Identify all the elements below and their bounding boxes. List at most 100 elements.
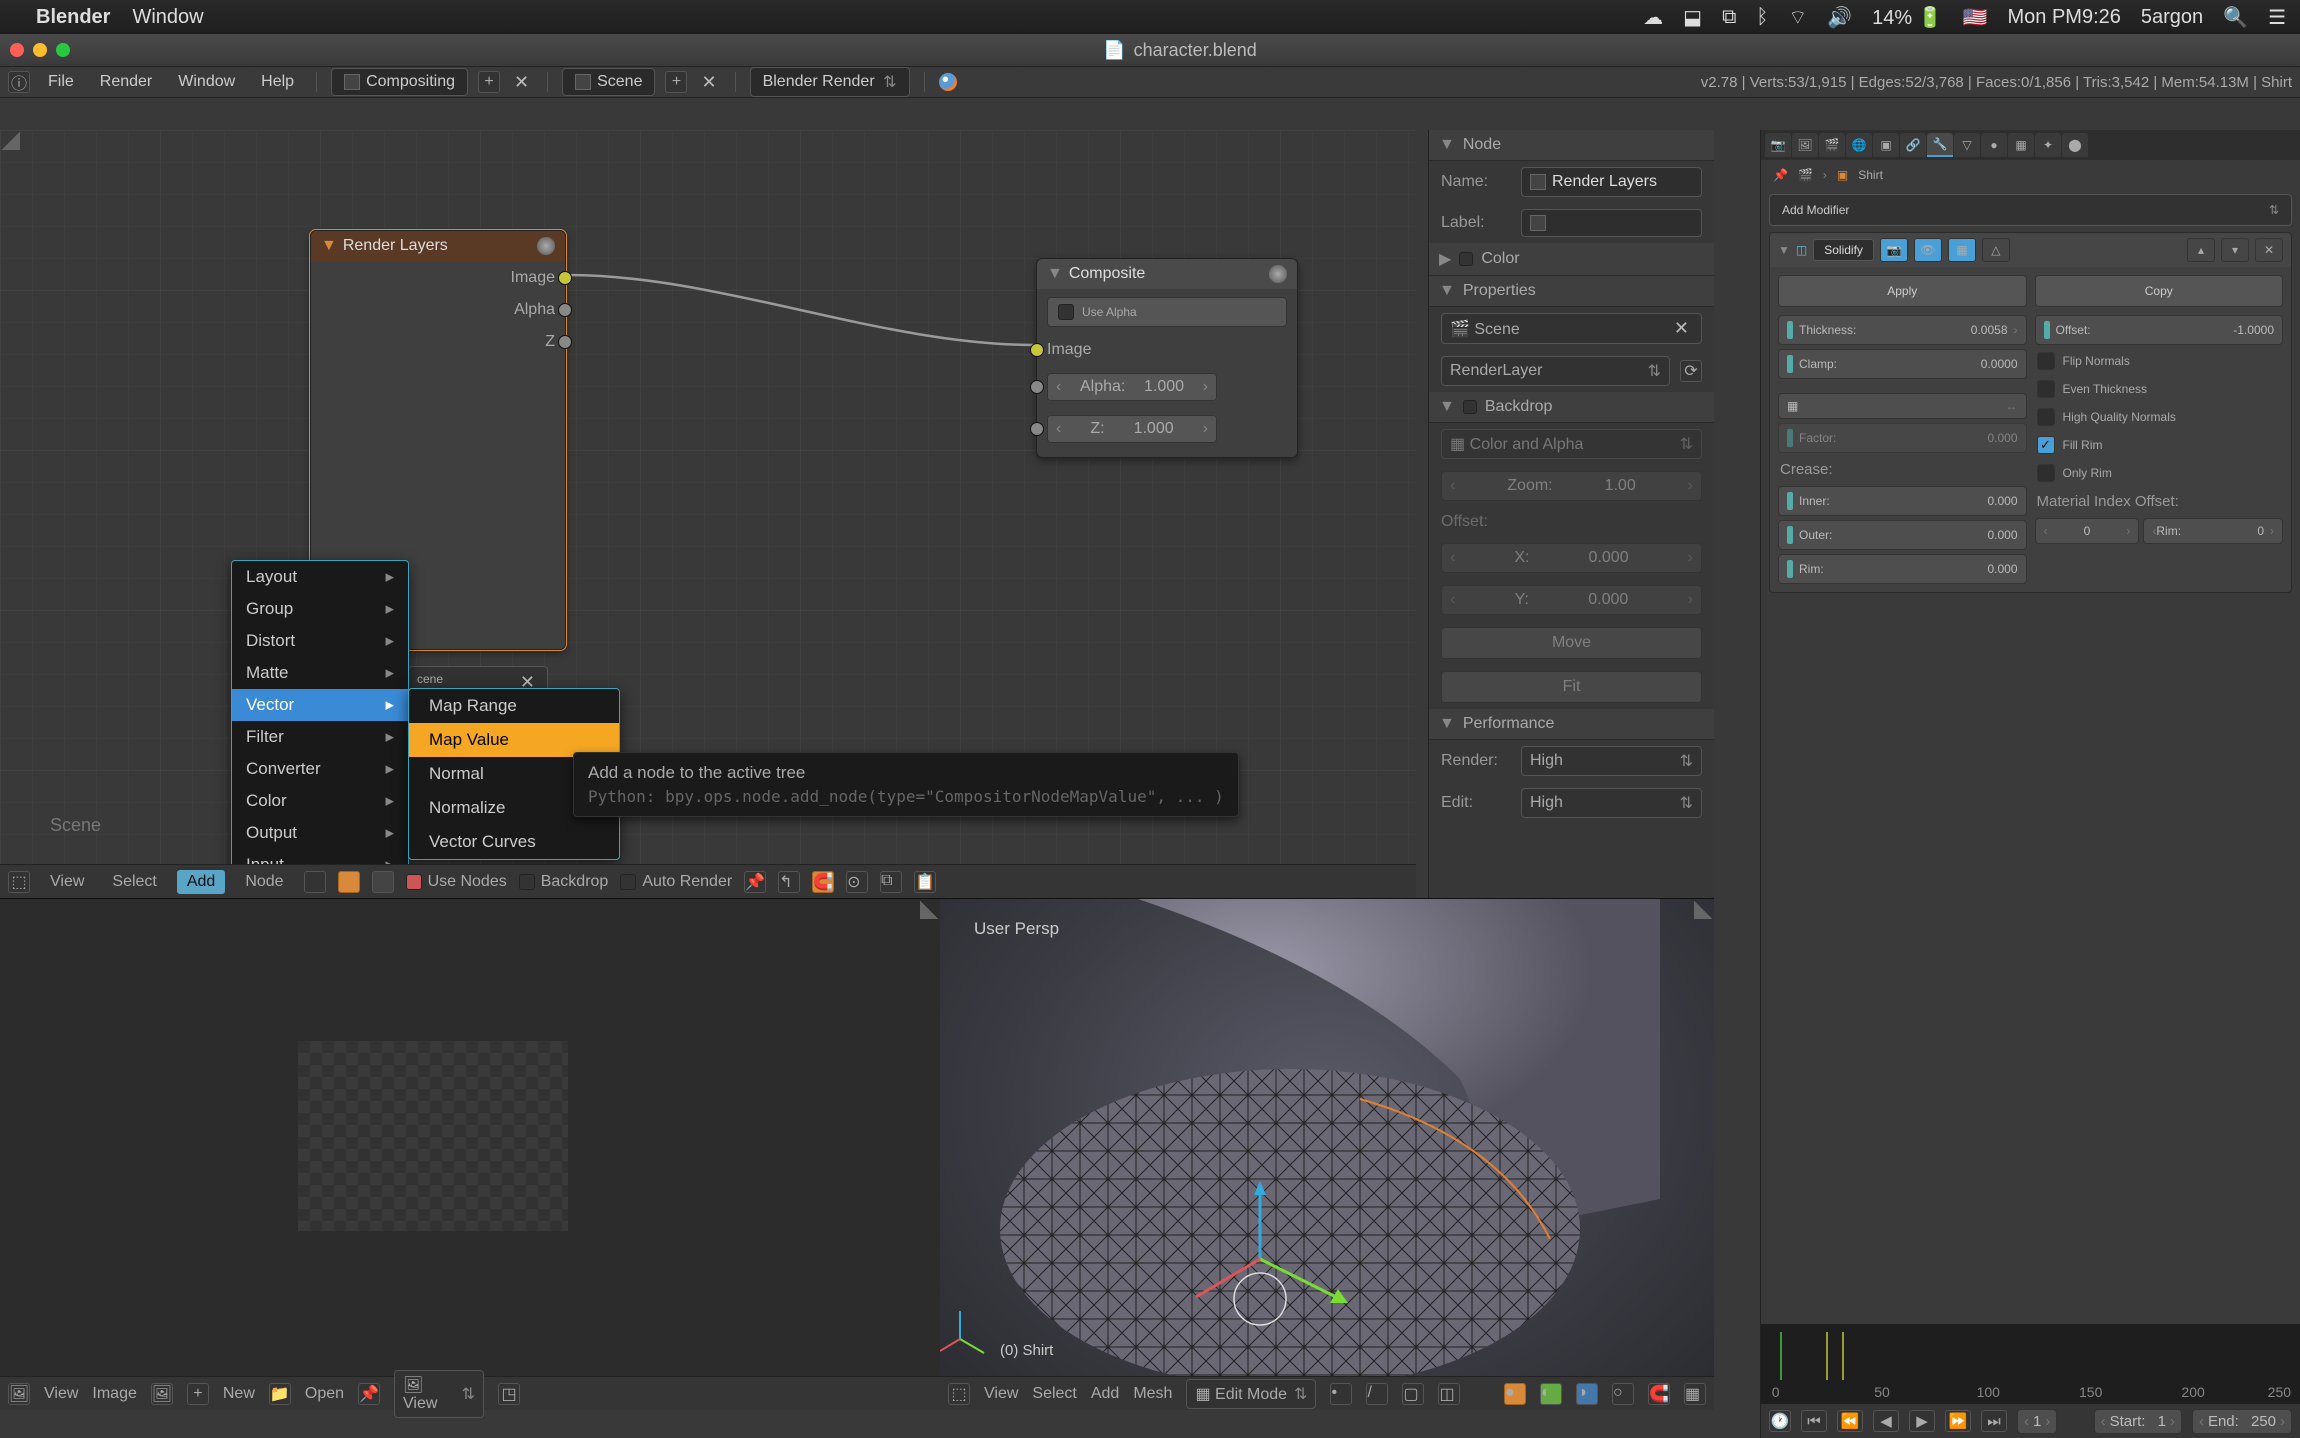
help-menu[interactable]: Help [253, 71, 302, 93]
view-menu[interactable]: View [984, 1385, 1018, 1403]
timeline[interactable]: 0 50 100 150 200 250 [1761, 1324, 2300, 1404]
object-crumb[interactable]: Shirt [1858, 168, 1883, 182]
scene-icon[interactable]: 🎬 [1798, 168, 1813, 182]
menu-item-output[interactable]: Output▸ [232, 817, 408, 849]
file-menu[interactable]: File [40, 71, 82, 93]
performance-panel-header[interactable]: ▼Performance [1429, 709, 1714, 740]
auto-render-checkbox[interactable] [620, 874, 636, 890]
node-label-field[interactable] [1521, 209, 1702, 237]
proportional-edit-icon[interactable]: ○ [1612, 1383, 1634, 1405]
editor-type-icon[interactable]: ⬚ [948, 1383, 970, 1405]
render-engine-selector[interactable]: Blender Render⇅ [750, 67, 910, 97]
mat-index-field[interactable]: ‹0› [2035, 518, 2140, 544]
delete-layout-button[interactable]: ✕ [510, 72, 533, 93]
crease-inner-field[interactable]: Inner:0.000 [1778, 486, 2027, 516]
alpha-input-socket[interactable]: ‹Alpha:1.000› [1047, 373, 1287, 401]
z-input-socket[interactable]: ‹Z:1.000› [1047, 415, 1287, 443]
tab-object[interactable]: ▣ [1873, 133, 1899, 157]
bluetooth-icon[interactable]: ᛒ [1756, 6, 1768, 29]
start-frame-field[interactable]: ‹Start: 1› [2094, 1409, 2182, 1434]
node-preview-icon[interactable] [537, 237, 555, 255]
close-window-button[interactable] [10, 43, 24, 57]
play-reverse-button[interactable]: ◀ [1873, 1410, 1899, 1432]
shading-texture-icon[interactable]: ◐ [1540, 1383, 1562, 1405]
add-menu-button[interactable]: Add [177, 870, 225, 894]
clock[interactable]: Mon PM9:26 [2007, 6, 2120, 29]
offset-y-slider[interactable]: ‹Y:0.000› [1441, 585, 1702, 615]
crease-rim-field[interactable]: Rim:0.000 [1778, 554, 2027, 584]
tab-modifiers[interactable]: 🔧 [1927, 133, 1953, 157]
zoom-window-button[interactable] [56, 43, 70, 57]
delete-scene-button[interactable]: ✕ [697, 72, 720, 93]
submenu-vector-curves[interactable]: Vector Curves [409, 825, 619, 859]
move-down-button[interactable]: ▾ [2221, 238, 2249, 262]
node-editor-area[interactable]: ▼Render Layers Image Alpha Z ▼Composite … [0, 130, 1416, 898]
select-menu[interactable]: Select [1032, 1385, 1076, 1403]
prev-keyframe-button[interactable]: ⏪ [1837, 1410, 1863, 1432]
add-menu[interactable]: Add [1091, 1385, 1119, 1403]
menu-item-converter[interactable]: Converter▸ [232, 753, 408, 785]
properties-panel-header[interactable]: ▼Properties [1429, 276, 1714, 307]
view-mode-select[interactable]: 🖼 View⇅ [394, 1370, 484, 1418]
refresh-layer-button[interactable]: ⟳ [1680, 360, 1702, 382]
offset-x-slider[interactable]: ‹X:0.000› [1441, 543, 1702, 573]
only-rim-checkbox[interactable]: Only Rim [2035, 461, 2284, 485]
backdrop-checkbox[interactable] [519, 874, 535, 890]
editor-type-icon[interactable]: 🖼 [8, 1383, 30, 1405]
snap-icon[interactable]: 🧲 [1648, 1383, 1670, 1405]
node-preview-icon[interactable] [1269, 265, 1287, 283]
keyframe-marker[interactable] [1842, 1332, 1844, 1380]
tab-physics[interactable]: ⬤ [2062, 133, 2088, 157]
display-toggle[interactable]: 👁 [1914, 238, 1942, 262]
modifier-name-field[interactable]: Solidify [1813, 239, 1874, 261]
tab-constraints[interactable]: 🔗 [1900, 133, 1926, 157]
pin-icon[interactable]: 📌 [1773, 168, 1788, 182]
image-output-socket[interactable]: Image [321, 269, 555, 287]
alpha-output-socket[interactable]: Alpha [321, 301, 555, 319]
menu-item-color[interactable]: Color▸ [232, 785, 408, 817]
delete-modifier-button[interactable]: ✕ [2255, 238, 2283, 262]
clamp-field[interactable]: Clamp:0.0000 [1778, 349, 2027, 379]
tab-world[interactable]: 🌐 [1846, 133, 1872, 157]
next-keyframe-button[interactable]: ⏩ [1945, 1410, 1971, 1432]
select-menu[interactable]: Select [104, 871, 164, 893]
window-menu-top[interactable]: Window [170, 71, 243, 93]
uv-image-editor[interactable]: 🖼 View Image 🖼 + New 📁 Open 📌 🖼 View⇅ ◳ [0, 898, 940, 1410]
open-image-icon[interactable]: 📁 [269, 1383, 291, 1405]
wifi-icon[interactable]: ⌔ [1788, 5, 1807, 30]
vertex-select-icon[interactable]: • [1330, 1383, 1352, 1405]
tab-particles[interactable]: ✦ [2035, 133, 2061, 157]
layers-icon[interactable]: ▦ [1684, 1383, 1706, 1405]
scene-selector[interactable]: Scene [562, 68, 655, 96]
node-collapse-icon[interactable]: ▼ [1047, 265, 1063, 283]
z-output-socket[interactable]: Z [321, 333, 555, 351]
backdrop-enable-checkbox[interactable] [1463, 400, 1477, 414]
compositor-tree-icon[interactable] [338, 871, 360, 893]
editor-type-icon[interactable]: ⬚ [8, 871, 30, 893]
render-menu[interactable]: Render [92, 71, 160, 93]
pin-icon[interactable]: 📌 [358, 1383, 380, 1405]
mat-rim-field[interactable]: ‹Rim:0› [2143, 518, 2283, 544]
color-alpha-select[interactable]: ▦ Color and Alpha⇅ [1441, 429, 1702, 459]
app-name[interactable]: Blender [36, 6, 110, 29]
volume-icon[interactable]: 🔊 [1827, 5, 1852, 30]
color-panel-header[interactable]: ▶Color [1429, 243, 1714, 276]
add-modifier-dropdown[interactable]: Add Modifier⇅ [1769, 194, 2292, 226]
flag-icon[interactable]: 🇺🇸 [1963, 5, 1988, 30]
apply-button[interactable]: Apply [1778, 275, 2027, 307]
current-frame-field[interactable]: ‹1› [2017, 1409, 2057, 1434]
clear-scene-icon[interactable]: ✕ [1670, 318, 1693, 339]
fit-button[interactable]: Fit [1441, 671, 1702, 703]
keyframe-marker[interactable] [1826, 1332, 1828, 1380]
flip-normals-checkbox[interactable]: Flip Normals [2035, 349, 2284, 373]
menu-item-layout[interactable]: Layout▸ [232, 561, 408, 593]
shader-tree-icon[interactable] [304, 871, 326, 893]
node-collapse-icon[interactable]: ▼ [321, 237, 337, 255]
menu-item-filter[interactable]: Filter▸ [232, 721, 408, 753]
new-image-button[interactable]: New [223, 1385, 255, 1403]
cage-toggle[interactable]: △ [1982, 238, 2010, 262]
play-button[interactable]: ▶ [1909, 1410, 1935, 1432]
thickness-field[interactable]: Thickness:0.0058› [1778, 315, 2027, 345]
minimize-window-button[interactable] [33, 43, 47, 57]
dropbox-icon[interactable]: ⬓ [1683, 5, 1702, 30]
